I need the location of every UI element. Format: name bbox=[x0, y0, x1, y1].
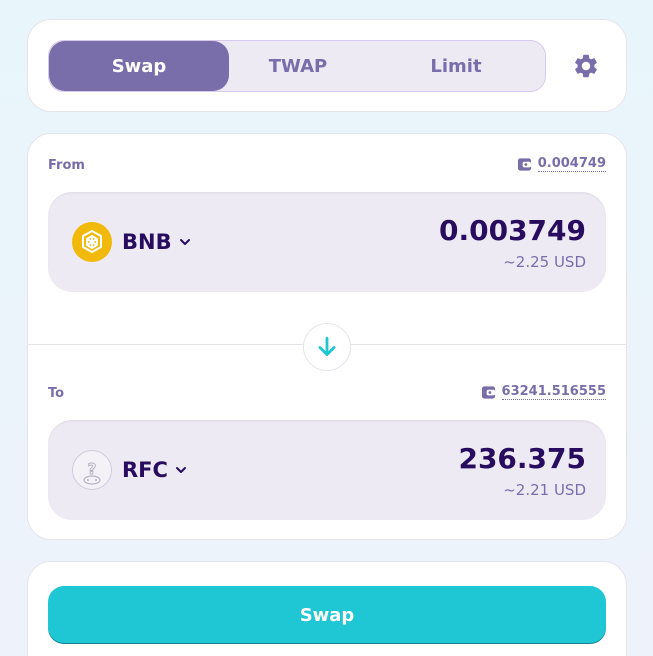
chevron-down-icon bbox=[179, 239, 190, 245]
to-balance-value: 63241.516555 bbox=[501, 384, 606, 400]
to-usd-value: ~2.21 USD bbox=[503, 481, 586, 499]
from-label: From bbox=[48, 158, 85, 173]
to-label: To bbox=[48, 386, 65, 401]
swap-button[interactable]: Swap bbox=[48, 586, 606, 644]
tab-swap[interactable]: Swap bbox=[49, 41, 229, 91]
wallet-icon bbox=[481, 386, 495, 399]
to-token-symbol: RFC bbox=[122, 458, 168, 482]
to-amount-input[interactable]: 236.375 bbox=[458, 442, 586, 475]
action-card: Swap bbox=[27, 561, 627, 656]
chevron-down-icon bbox=[175, 467, 186, 473]
from-token-symbol: BNB bbox=[122, 230, 172, 254]
from-amount-input[interactable]: 0.003749 bbox=[439, 214, 586, 247]
to-token-selector[interactable]: ? RFC bbox=[72, 450, 188, 490]
arrow-down-icon bbox=[318, 336, 336, 356]
from-input-box: BNB 0.003749 ~2.25 USD bbox=[48, 192, 606, 292]
from-balance-value: 0.004749 bbox=[537, 156, 606, 172]
swap-form-card: From 0.004749 BNB 0.003749 ~2.25 USD To … bbox=[27, 133, 627, 540]
wallet-icon bbox=[517, 158, 531, 171]
gear-icon[interactable] bbox=[572, 52, 600, 80]
bnb-logo bbox=[72, 222, 112, 262]
tab-limit[interactable]: Limit bbox=[366, 41, 546, 91]
svg-text:?: ? bbox=[88, 460, 97, 478]
to-balance[interactable]: 63241.516555 bbox=[481, 385, 606, 400]
switch-tokens-button[interactable] bbox=[303, 323, 351, 371]
to-input-box: ? RFC 236.375 ~2.21 USD bbox=[48, 420, 606, 520]
tab-twap[interactable]: TWAP bbox=[208, 41, 388, 91]
from-token-selector[interactable]: BNB bbox=[72, 222, 192, 262]
from-balance[interactable]: 0.004749 bbox=[517, 157, 606, 172]
swap-mode-card: Swap TWAP Limit bbox=[27, 19, 627, 112]
unknown-token-icon: ? bbox=[72, 450, 112, 490]
from-usd-value: ~2.25 USD bbox=[503, 253, 586, 271]
swap-mode-tabs: Swap TWAP Limit bbox=[48, 40, 546, 92]
